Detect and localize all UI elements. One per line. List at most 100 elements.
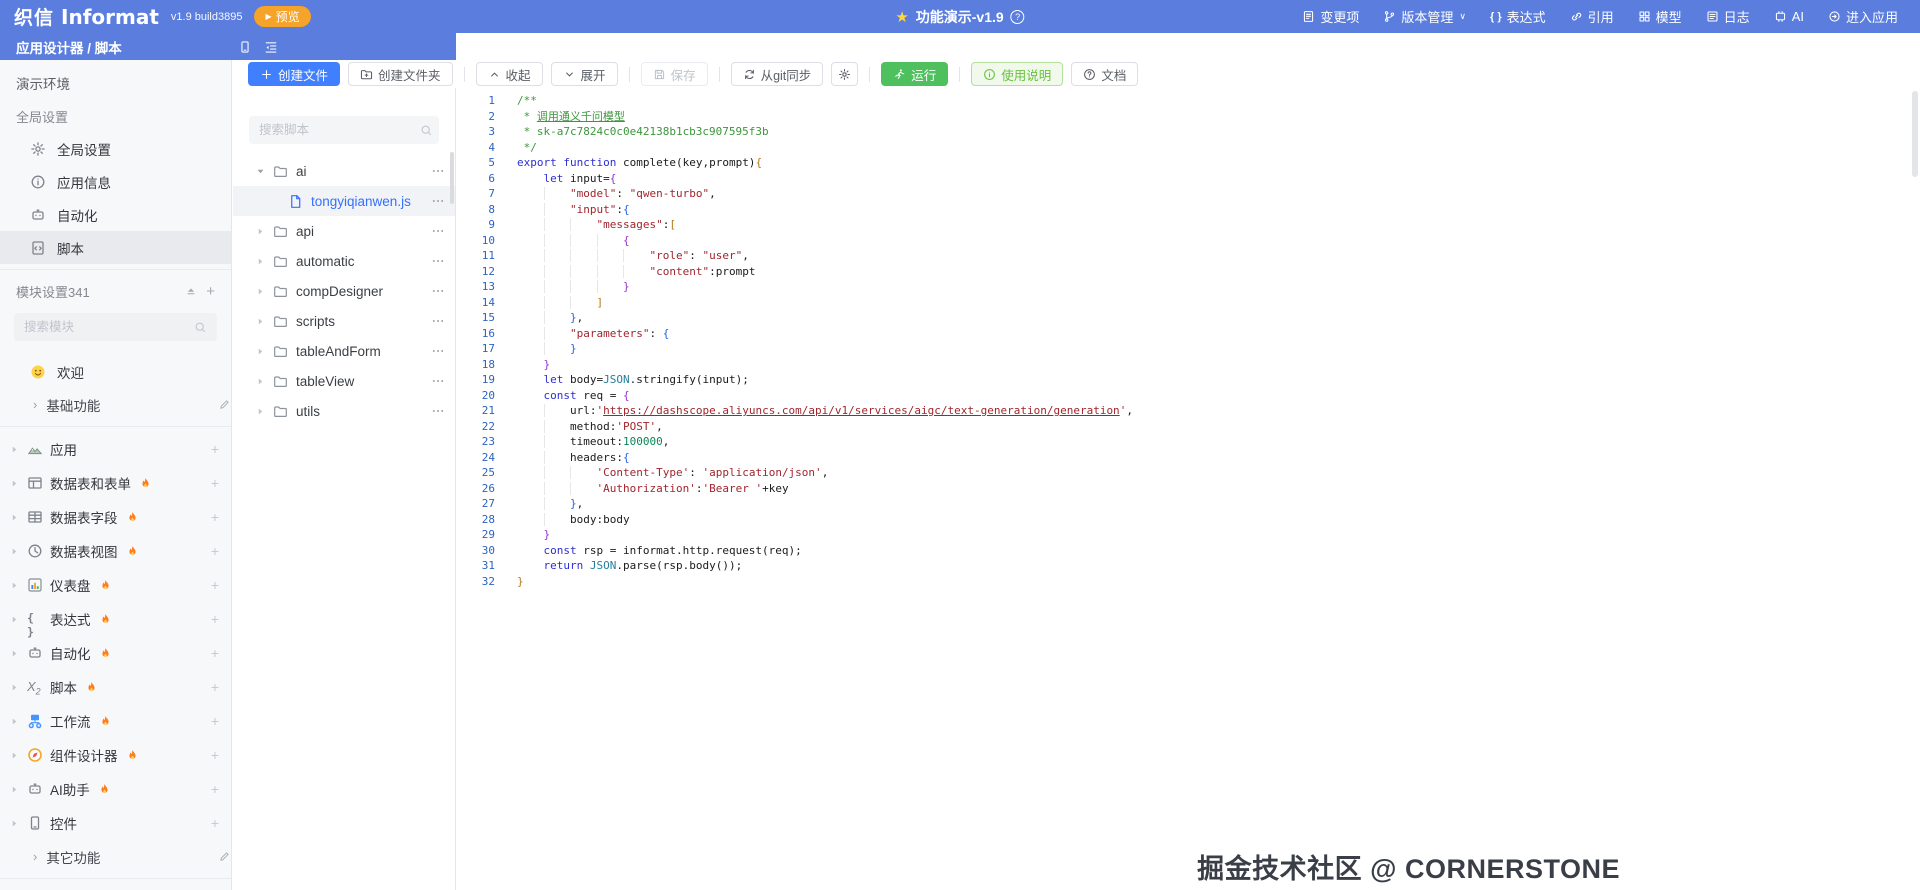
sidebar-item-automation-module[interactable]: 自动化 + (0, 636, 231, 670)
code-line[interactable]: 17 } (457, 341, 1920, 357)
code-line[interactable]: 3 * sk-a7c7824c0c0e42138b1cb3c907595f3b (457, 124, 1920, 140)
sidebar-item-app-info[interactable]: 应用信息 (0, 165, 231, 198)
code-line[interactable]: 14 ] (457, 295, 1920, 311)
tree-folder-tableView[interactable]: tableView (233, 366, 455, 396)
plus-icon[interactable]: + (211, 679, 219, 695)
topbar-menu-model[interactable]: 模型 (1638, 7, 1682, 26)
code-line[interactable]: 15 }, (457, 310, 1920, 326)
plus-icon[interactable]: + (211, 475, 219, 491)
editor-scrollbar[interactable] (1912, 91, 1918, 177)
tree-folder-utils[interactable]: utils (233, 396, 455, 426)
script-search-input[interactable] (259, 123, 420, 137)
git-sync-button[interactable]: 从git同步 (730, 62, 824, 86)
sidebar-item-table-views[interactable]: 数据表视图 + (0, 534, 231, 568)
sidebar-item-workflow[interactable]: 工作流 + (0, 704, 231, 738)
more-actions-icon[interactable] (431, 344, 445, 358)
sidebar-item-basic-functions[interactable]: › 基础功能 (0, 388, 231, 421)
plus-icon[interactable]: + (211, 543, 219, 559)
code-line[interactable]: 31 return JSON.parse(rsp.body()); (457, 558, 1920, 574)
code-line[interactable]: 13 } (457, 279, 1920, 295)
sidebar-item-welcome[interactable]: 欢迎 (0, 355, 231, 388)
topbar-menu-enter-app[interactable]: 进入应用 (1828, 7, 1898, 26)
more-actions-icon[interactable] (431, 374, 445, 388)
code-line[interactable]: 20 const req = { (457, 388, 1920, 404)
more-actions-icon[interactable] (431, 254, 445, 268)
code-line[interactable]: 29 } (457, 527, 1920, 543)
code-line[interactable]: 1 /** (457, 93, 1920, 109)
sidebar-item-app[interactable]: 应用 + (0, 432, 231, 466)
plus-icon[interactable]: + (211, 815, 219, 831)
plus-icon[interactable]: + (211, 509, 219, 525)
collapse-panel-icon[interactable] (264, 40, 278, 54)
create-file-button[interactable]: 创建文件 (248, 62, 341, 86)
code-line[interactable]: 4 */ (457, 140, 1920, 156)
more-actions-icon[interactable] (431, 404, 445, 418)
more-actions-icon[interactable] (431, 314, 445, 328)
plus-icon[interactable]: + (211, 577, 219, 593)
usage-guide-button[interactable]: 使用说明 (971, 62, 1064, 86)
eject-icon[interactable] (185, 285, 197, 297)
sidebar-item-script-module[interactable]: X2 脚本 + (0, 670, 231, 704)
docs-button[interactable]: 文档 (1071, 62, 1139, 86)
tree-file-tongyiqianwen[interactable]: tongyiqianwen.js (233, 186, 455, 216)
plus-icon[interactable]: + (211, 747, 219, 763)
help-icon[interactable]: ? (1010, 9, 1025, 24)
sidebar-item-global-settings[interactable]: 全局设置 (0, 132, 231, 165)
code-line[interactable]: 28 body:body (457, 512, 1920, 528)
topbar-menu-reference[interactable]: 引用 (1570, 7, 1614, 26)
tree-folder-api[interactable]: api (233, 216, 455, 246)
code-line[interactable]: 30 const rsp = informat.http.request(req… (457, 543, 1920, 559)
code-area[interactable]: 1/** 2 * 调用通义千问模型 3 * sk-a7c7824c0c0e42138… (457, 88, 1920, 589)
code-line[interactable]: 5 export function complete(key,prompt){ (457, 155, 1920, 171)
sidebar-item-form-designer[interactable]: 表单设计器+ (0, 884, 231, 890)
sidebar-item-automation[interactable]: 自动化 (0, 198, 231, 231)
save-button[interactable]: 保存 (640, 62, 708, 86)
topbar-menu-log[interactable]: 日志 (1706, 7, 1750, 26)
topbar-menu-version-control[interactable]: 版本管理 ∨ (1383, 7, 1466, 26)
run-button[interactable]: 运行 (881, 62, 949, 86)
topbar-menu-changes[interactable]: 变更项 (1302, 7, 1359, 26)
plus-icon[interactable]: + (211, 713, 219, 729)
tree-folder-automatic[interactable]: automatic (233, 246, 455, 276)
sidebar-item-script[interactable]: 脚本 (0, 231, 231, 264)
code-line[interactable]: 2 * 调用通义千问模型 (457, 109, 1920, 125)
tree-folder-tableAndForm[interactable]: tableAndForm (233, 336, 455, 366)
sidebar-item-expression[interactable]: { } 表达式 + (0, 602, 231, 639)
sidebar-item-other-functions[interactable]: › 其它功能 (0, 840, 231, 873)
plus-icon[interactable]: + (211, 645, 219, 661)
tree-folder-compDesigner[interactable]: compDesigner (233, 276, 455, 306)
sidebar-item-widgets[interactable]: 控件 + (0, 806, 231, 840)
code-line[interactable]: 12 "content":prompt (457, 264, 1920, 280)
expand-button[interactable]: 展开 (550, 62, 618, 86)
create-folder-button[interactable]: 创建文件夹 (348, 62, 453, 86)
code-line[interactable]: 11 "role": "user", (457, 248, 1920, 264)
plus-icon[interactable]: + (211, 781, 219, 797)
code-line[interactable]: 8 "input":{ (457, 202, 1920, 218)
more-actions-icon[interactable] (431, 164, 445, 178)
code-line[interactable]: 22 method:'POST', (457, 419, 1920, 435)
collapse-button[interactable]: 收起 (475, 62, 543, 86)
sidebar-item-table-and-form[interactable]: 数据表和表单 + (0, 466, 231, 500)
code-editor[interactable]: 1/** 2 * 调用通义千问模型 3 * sk-a7c7824c0c0e42138… (457, 88, 1920, 890)
mobile-preview-icon[interactable] (238, 40, 252, 54)
code-line[interactable]: 24 headers:{ (457, 450, 1920, 466)
code-line[interactable]: 10 { (457, 233, 1920, 249)
code-line[interactable]: 23 timeout:100000, (457, 434, 1920, 450)
code-line[interactable]: 19 let body=JSON.stringify(input); (457, 372, 1920, 388)
code-line[interactable]: 25 'Content-Type': 'application/json', (457, 465, 1920, 481)
more-actions-icon[interactable] (431, 284, 445, 298)
code-line[interactable]: 21 url:'https://dashscope.aliyuncs.com/a… (457, 403, 1920, 419)
sidebar-env-label[interactable]: 演示环境 (0, 66, 231, 100)
code-line[interactable]: 32} (457, 574, 1920, 590)
preview-button[interactable]: ▶ 预览 (254, 6, 311, 27)
tree-folder-scripts[interactable]: scripts (233, 306, 455, 336)
code-line[interactable]: 18 } (457, 357, 1920, 373)
code-line[interactable]: 26 'Authorization':'Bearer '+key (457, 481, 1920, 497)
sidebar-item-dashboard[interactable]: 仪表盘 + (0, 568, 231, 602)
topbar-menu-ai[interactable]: AI (1774, 9, 1804, 24)
code-line[interactable]: 27 }, (457, 496, 1920, 512)
plus-icon[interactable]: + (211, 611, 219, 627)
sidebar-item-table-fields[interactable]: 数据表字段 + (0, 500, 231, 534)
tree-scrollbar[interactable] (450, 152, 454, 204)
settings-button[interactable] (831, 62, 859, 86)
